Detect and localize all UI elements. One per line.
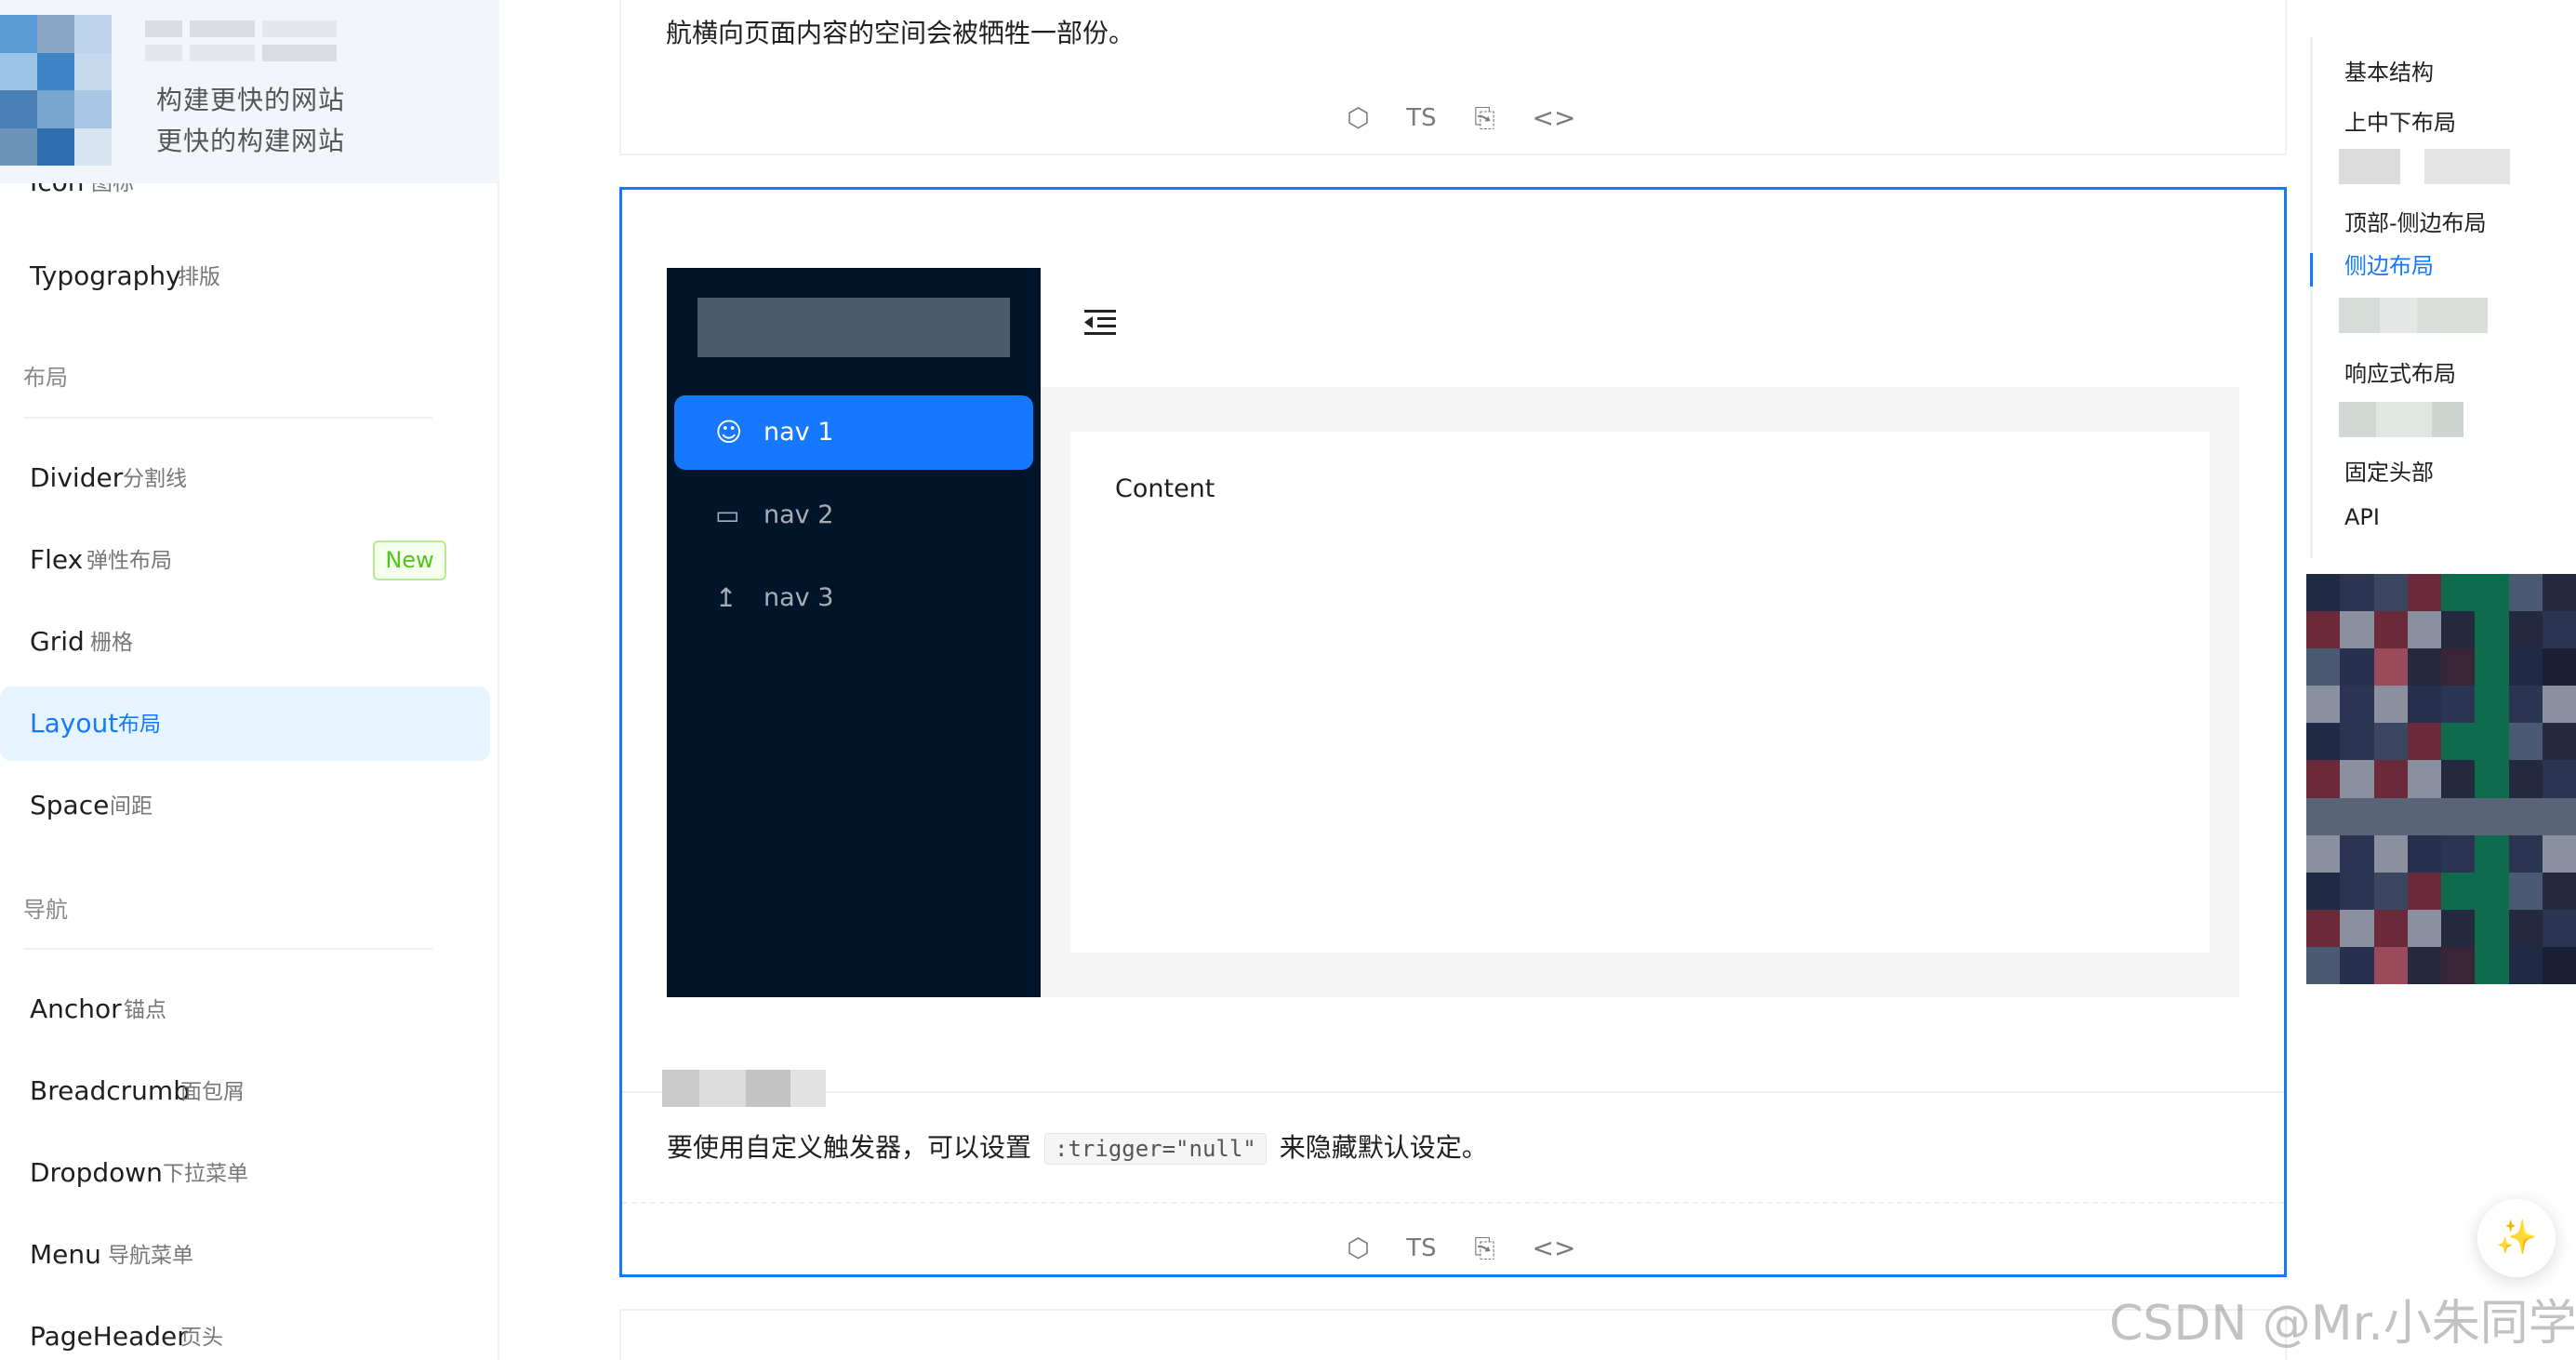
anchor-link-redacted[interactable] xyxy=(2339,149,2510,184)
anchor-link-sider[interactable]: 侧边布局 xyxy=(2344,255,2434,277)
nav-item-3[interactable]: ↥ nav 3 xyxy=(674,561,1033,635)
demo-description: 要使用自定义触发器，可以设置:trigger="null" 来隐藏默认设定。 xyxy=(667,1132,1488,1165)
typescript-toggle[interactable]: TS xyxy=(1406,106,1438,130)
demo-card-next xyxy=(619,1309,2287,1360)
demo-description: 航横向页面内容的空间会被牺牲一部份。 xyxy=(666,18,1135,48)
menu-group-title-nav: 导航 xyxy=(23,897,68,923)
demo-header xyxy=(1041,268,2239,387)
demo-title-divider xyxy=(622,1091,2284,1093)
codesandbox-icon[interactable]: ⬡ xyxy=(1343,1235,1374,1261)
watermark: CSDN @Mr.小朱同学 xyxy=(2109,1296,2576,1352)
anchor-link-redacted[interactable] xyxy=(2339,298,2488,333)
demo-sider: ☺ nav 1 ▭ nav 2 ↥ nav 3 xyxy=(667,268,1041,997)
demo-card-sider: ☺ nav 1 ▭ nav 2 ↥ nav 3 Content 要使用自定义触发… xyxy=(619,187,2287,1277)
sidebar-item-flex[interactable]: Flex 弹性布局 New xyxy=(0,523,490,597)
anchor-link-responsive[interactable]: 响应式布局 xyxy=(2344,355,2456,388)
nav-item-1[interactable]: ☺ nav 1 xyxy=(674,395,1033,470)
sidebar-item-anchor[interactable]: Anchor 锚点 xyxy=(0,972,490,1047)
upload-icon: ↥ xyxy=(715,582,737,613)
anchor-link-redacted[interactable] xyxy=(2339,402,2463,437)
demo-card-previous: 航横向页面内容的空间会被牺牲一部份。 ⬡ TS ⎘ <> xyxy=(619,0,2287,155)
copy-icon[interactable]: ⎘ xyxy=(1469,105,1501,131)
slogan-line-2: 更快的构建网站 xyxy=(156,126,346,156)
code-expand-icon[interactable]: <> xyxy=(1533,105,1576,131)
demo-content: Content xyxy=(1070,432,2210,953)
content-text: Content xyxy=(1115,474,1215,503)
sidebar-item-layout[interactable]: Layout 布局 xyxy=(0,687,490,761)
anchor-link-top-side[interactable]: 顶部-侧边布局 xyxy=(2344,205,2487,237)
anchor-link-top-middle-bottom[interactable]: 上中下布局 xyxy=(2344,104,2456,137)
theme-editor-icon[interactable]: ✨ xyxy=(2477,1199,2556,1277)
sidebar-item-menu[interactable]: Menu 导航菜单 xyxy=(0,1218,490,1292)
sidebar-item-divider[interactable]: Divider 分割线 xyxy=(0,441,490,515)
demo-actions: ⬡ TS ⎘ <> xyxy=(622,1220,2284,1276)
sidebar-menu: Icon 图标 Typography 排版 布局 Divider 分割线 Fle… xyxy=(0,0,499,1360)
layout-demo: ☺ nav 1 ▭ nav 2 ↥ nav 3 Content xyxy=(667,268,2239,997)
demo-actions: ⬡ TS ⎘ <> xyxy=(621,90,2285,146)
sidebar-item-pageheader[interactable]: PageHeader 页头 xyxy=(0,1300,490,1360)
sidebar-item-dropdown[interactable]: Dropdown 下拉菜单 xyxy=(0,1136,490,1210)
anchor-nav: 基本结构 上中下布局 顶部-侧边布局 侧边布局 响应式布局 固定头部 API xyxy=(2310,37,2543,558)
user-icon: ☺ xyxy=(715,417,743,447)
anchor-link-fixed-header[interactable]: 固定头部 xyxy=(2344,454,2434,487)
logo-image xyxy=(0,15,112,166)
sidebar-item-breadcrumb[interactable]: Breadcrumb 面包屑 xyxy=(0,1054,490,1128)
slogan-line-1: 构建更快的网站 xyxy=(156,85,346,115)
site-logo-area[interactable]: 构建更快的网站 更快的构建网站 xyxy=(0,0,499,183)
codesandbox-icon[interactable]: ⬡ xyxy=(1343,105,1374,131)
demo-title-redacted xyxy=(662,1070,826,1107)
logo-wordmark xyxy=(145,20,337,65)
sidebar-item-space[interactable]: Space 间距 xyxy=(0,768,490,843)
copy-icon[interactable]: ⎘ xyxy=(1469,1235,1501,1261)
menu-fold-icon[interactable] xyxy=(1082,305,1118,340)
demo-logo-placeholder xyxy=(697,298,1010,357)
sidebar-item-typography[interactable]: Typography 排版 xyxy=(0,239,490,313)
nav-item-2[interactable]: ▭ nav 2 xyxy=(674,478,1033,553)
advertisement-image[interactable] xyxy=(2306,574,2576,984)
new-badge: New xyxy=(373,540,446,580)
typescript-toggle[interactable]: TS xyxy=(1406,1236,1438,1260)
page: Icon 图标 Typography 排版 布局 Divider 分割线 Fle… xyxy=(0,0,2576,1360)
group-divider xyxy=(23,948,432,950)
menu-group-title-layout: 布局 xyxy=(23,365,68,391)
anchor-ink-indicator xyxy=(2310,253,2313,287)
sidebar-menu-list: Icon 图标 Typography 排版 布局 Divider 分割线 Fle… xyxy=(0,0,499,1360)
inline-code: :trigger="null" xyxy=(1044,1133,1267,1165)
actions-divider xyxy=(622,1202,2284,1204)
anchor-link-basic[interactable]: 基本结构 xyxy=(2344,54,2434,87)
video-camera-icon: ▭ xyxy=(715,500,740,530)
group-divider xyxy=(23,417,432,419)
anchor-link-api[interactable]: API xyxy=(2344,504,2380,530)
code-expand-icon[interactable]: <> xyxy=(1533,1235,1576,1261)
sidebar-item-grid[interactable]: Grid 栅格 xyxy=(0,605,490,679)
